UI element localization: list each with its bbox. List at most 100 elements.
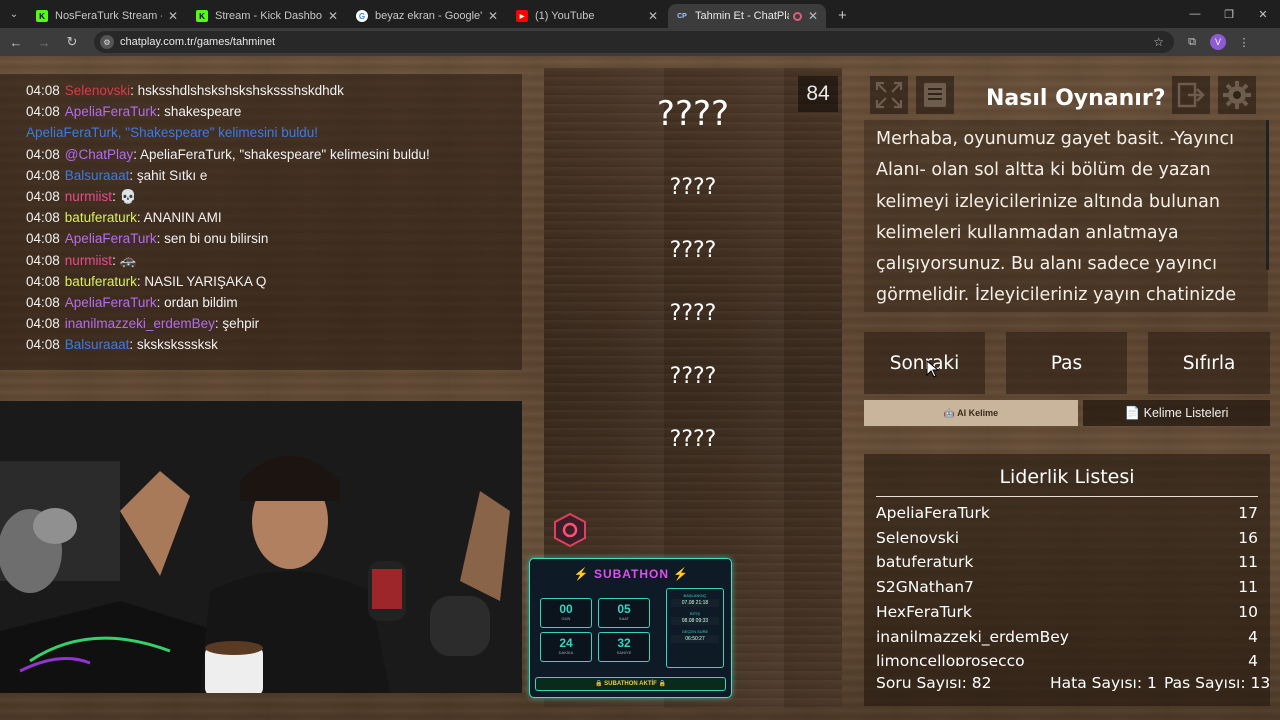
- elapsed-value: 06:50:27: [671, 635, 719, 643]
- word-slot: ????: [669, 427, 717, 452]
- site-info-icon[interactable]: ⚙: [100, 35, 114, 49]
- chat-text: : 🚓: [112, 252, 137, 268]
- profile-avatar[interactable]: V: [1210, 34, 1226, 50]
- close-tab-icon[interactable]: ✕: [808, 9, 818, 23]
- reset-button[interactable]: Sıfırla: [1148, 332, 1270, 394]
- chat-message: 04:08 Selenovski: hsksshdlshskshskshsksss…: [26, 80, 522, 101]
- chat-timestamp: 04:08: [26, 167, 60, 183]
- elapsed-label: GEÇEN SÜRE: [681, 629, 709, 634]
- minimize-icon[interactable]: —: [1178, 0, 1212, 28]
- subathon-days: 00 GÜN: [540, 598, 592, 628]
- tab-chatplay[interactable]: CP Tahmin Et - ChatPlay ✕: [668, 4, 826, 28]
- word-slot: ????: [669, 364, 717, 389]
- chat-overlay: 04:08 Selenovski: hsksshdlshskshskshsksss…: [0, 74, 522, 370]
- chat-username[interactable]: nurmiist: [65, 189, 112, 204]
- end-label: BİTİŞ: [689, 611, 700, 616]
- leaderboard-list[interactable]: ApeliaFeraTurk 17 Selenovski 16 batuferaturk…: [864, 500, 1270, 666]
- chat-username[interactable]: Balsuraaat: [65, 337, 130, 352]
- start-label: BAŞLANGIÇ: [683, 593, 707, 598]
- chat-message: 04:08 inanilmazzeki_erdemBey: şehpir: [26, 313, 522, 334]
- chat-username[interactable]: batuferaturk: [65, 274, 137, 289]
- window-controls: — ❐ ✕: [1178, 0, 1280, 28]
- restore-icon[interactable]: ❐: [1212, 0, 1246, 28]
- player-name: Selenovski: [876, 528, 960, 547]
- subathon-hours: 05 SAAT: [598, 598, 650, 628]
- address-bar: ← → ↻ ⚙ ☆ ⧉ V ⋮: [0, 28, 1280, 56]
- tab-word-lists[interactable]: 📄 Kelime Listeleri: [1083, 400, 1270, 426]
- leaderboard-row: S2GNathan7 11: [876, 578, 1258, 602]
- chat-username[interactable]: ApeliaFeraTurk: [65, 295, 157, 310]
- chat-username[interactable]: ApeliaFeraTurk, "Shakespeare" kelimesini…: [26, 125, 318, 140]
- webcam-feed: [0, 401, 522, 693]
- chat-username[interactable]: @ChatPlay: [65, 147, 133, 162]
- leaderboard-title: Liderlik Listesi: [999, 466, 1135, 488]
- howto-title: Nasıl Oynanır?: [986, 86, 1166, 111]
- bookmark-star-icon[interactable]: ☆: [1153, 35, 1164, 49]
- seconds-value: 32: [617, 636, 631, 650]
- next-button[interactable]: Sonraki: [864, 332, 985, 394]
- chat-text: : şehpir: [214, 316, 260, 332]
- chat-text: : sen bi onu bilirsin: [156, 231, 269, 247]
- question-count: Soru Sayısı: 82: [876, 674, 992, 692]
- tab-kick-dashboard[interactable]: K Stream - Kick Dashboard ✕: [188, 4, 346, 28]
- extensions-icon[interactable]: ⧉: [1180, 30, 1204, 54]
- new-tab-button[interactable]: +: [828, 7, 857, 28]
- tab-title: NosFeraTurk Stream - Kick Dash: [55, 10, 162, 22]
- tab-ai-word[interactable]: 🤖 AI Kelime: [864, 400, 1078, 426]
- tab-title: beyaz ekran - Google'da Ara: [375, 10, 482, 22]
- chat-username[interactable]: Balsuraaat: [65, 168, 130, 183]
- tab-nosferaturk-kick[interactable]: K NosFeraTurk Stream - Kick Dash ✕: [28, 4, 186, 28]
- tab-youtube[interactable]: ▶ (1) YouTube ✕: [508, 4, 666, 28]
- word-counter: 84: [798, 76, 838, 112]
- chat-text: : şahit Sıtkı e: [129, 167, 208, 183]
- reload-icon[interactable]: ↻: [60, 30, 84, 54]
- logout-icon[interactable]: [1172, 76, 1210, 114]
- url-bar[interactable]: ⚙ ☆: [94, 31, 1174, 53]
- howto-scrollbar[interactable]: [1266, 120, 1269, 270]
- chat-timestamp: 04:08: [26, 273, 60, 289]
- chat-message: 04:08 ApeliaFeraTurk: sen bi onu bilirsin: [26, 228, 522, 249]
- webcam-image: [0, 401, 522, 693]
- leaderboard-row: Selenovski 16: [876, 529, 1258, 553]
- google-icon: G: [356, 10, 368, 22]
- player-score: 16: [1238, 528, 1258, 547]
- end-value: 08.08 09:33: [671, 617, 719, 625]
- back-icon[interactable]: ←: [4, 30, 28, 54]
- subathon-title: ⚡ SUBATHON ⚡: [573, 567, 690, 581]
- error-count: Hata Sayısı: 1: [1050, 674, 1157, 692]
- chat-username[interactable]: ApeliaFeraTurk: [65, 231, 157, 246]
- tab-search-icon[interactable]: ⌄: [0, 0, 28, 28]
- tab-title: (1) YouTube: [535, 10, 595, 22]
- youtube-icon: ▶: [516, 10, 528, 22]
- forward-icon[interactable]: →: [32, 30, 56, 54]
- subathon-info: BAŞLANGIÇ 07.08 21:18 BİTİŞ 08.08 09:33 …: [666, 588, 724, 668]
- url-input[interactable]: [120, 36, 920, 48]
- chat-username[interactable]: nurmiist: [65, 253, 112, 268]
- chat-username[interactable]: batuferaturk: [65, 210, 137, 225]
- chat-username[interactable]: ApeliaFeraTurk: [65, 104, 157, 119]
- tab-google-search[interactable]: G beyaz ekran - Google'da Ara ✕: [348, 4, 506, 28]
- player-name: HexFeraTurk: [876, 602, 972, 621]
- player-name: limoncelloprosecco: [876, 652, 1025, 666]
- close-tab-icon[interactable]: ✕: [168, 9, 178, 23]
- chat-username[interactable]: inanilmazzeki_erdemBey: [65, 316, 215, 331]
- chat-username[interactable]: Selenovski: [65, 83, 130, 98]
- minutes-label: DAKİKA: [558, 650, 574, 655]
- chat-text: : ApeliaFeraTurk, "shakespeare" kelimesi…: [133, 146, 430, 162]
- notes-icon[interactable]: [916, 76, 954, 114]
- pass-button[interactable]: Pas: [1006, 332, 1127, 394]
- recording-icon: [792, 11, 802, 21]
- fullscreen-icon[interactable]: [870, 76, 908, 114]
- player-score: 17: [1238, 504, 1258, 522]
- menu-dots-icon[interactable]: ⋮: [1232, 30, 1256, 54]
- close-tab-icon[interactable]: ✕: [648, 9, 658, 23]
- chat-timestamp: 04:08: [26, 316, 60, 332]
- start-value: 07.08 21:18: [671, 599, 719, 607]
- settings-gear-icon[interactable]: [1218, 76, 1256, 114]
- chat-timestamp: 04:08: [26, 231, 60, 247]
- chat-timestamp: 04:08: [26, 337, 60, 353]
- close-window-icon[interactable]: ✕: [1246, 0, 1280, 28]
- player-score: 4: [1248, 627, 1258, 646]
- close-tab-icon[interactable]: ✕: [488, 9, 498, 23]
- close-tab-icon[interactable]: ✕: [328, 9, 338, 23]
